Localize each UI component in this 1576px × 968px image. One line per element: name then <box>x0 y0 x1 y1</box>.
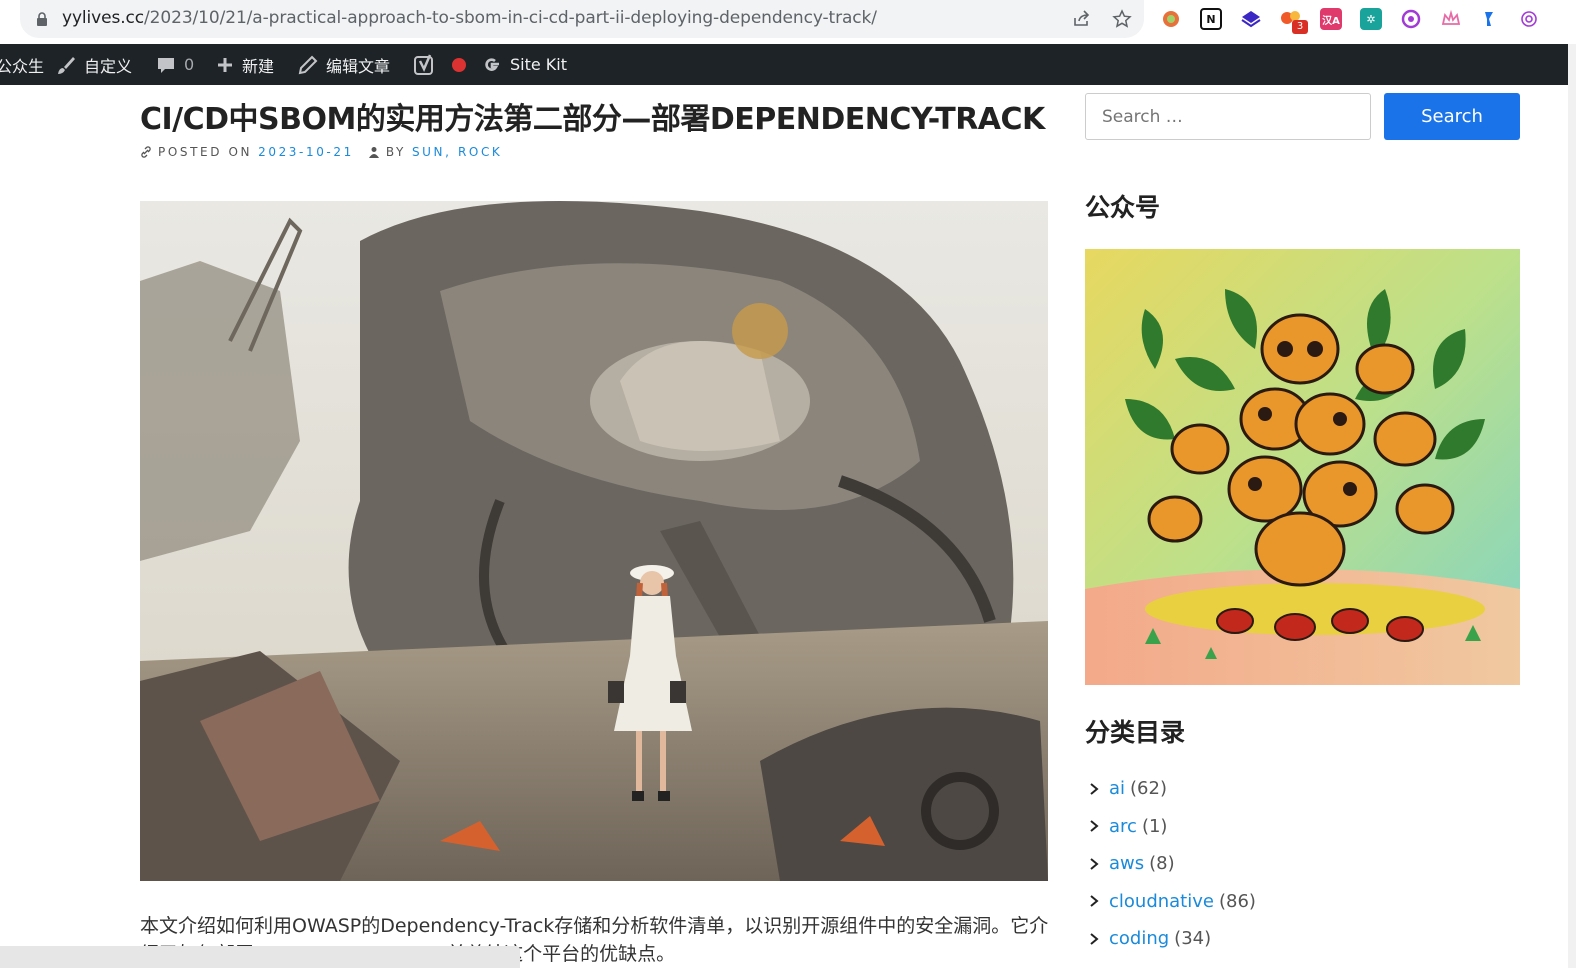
category-link[interactable]: coding <box>1109 928 1169 949</box>
comment-icon <box>158 57 174 73</box>
category-item: cloudnative (86) <box>1085 883 1525 921</box>
seo-score-dot-icon <box>452 57 466 72</box>
category-count: (86) <box>1218 890 1256 912</box>
categories-widget-title: 分类目录 <box>1085 718 1186 747</box>
comments-count: 0 <box>184 55 195 74</box>
notion-icon[interactable]: N <box>1200 8 1222 30</box>
search-input[interactable] <box>1085 93 1371 140</box>
grid-ext-icon[interactable]: ✲ <box>1360 8 1382 30</box>
extension-badge: 3 <box>1292 20 1308 34</box>
share-icon[interactable] <box>1072 9 1092 29</box>
author-link[interactable]: SUN, ROCK <box>412 145 502 159</box>
plus-icon <box>218 57 232 72</box>
category-count: (8) <box>1149 853 1175 875</box>
wechat-qr-image <box>1085 249 1520 685</box>
blue-ext-icon[interactable] <box>1478 8 1500 30</box>
category-item: arc (1) <box>1085 808 1525 846</box>
category-link[interactable]: arc <box>1109 816 1137 837</box>
address-bar[interactable]: yylives.cc/2023/10/21/a-practical-approa… <box>20 0 1144 38</box>
post-meta: POSTED ON 2023-10-21 BY SUN, ROCK <box>140 145 502 159</box>
admin-customize[interactable]: 自定义 <box>56 44 132 85</box>
category-count: (62) <box>1130 778 1167 800</box>
sitekit-label: Site Kit <box>510 55 568 74</box>
purple-circle-ext-icon[interactable] <box>1400 8 1422 30</box>
search-button[interactable]: Search <box>1384 93 1520 140</box>
translate-ext-icon[interactable]: 汉A <box>1320 8 1342 30</box>
site-name-label: 公众生 <box>0 56 45 76</box>
posted-on-label: POSTED ON <box>158 145 253 159</box>
admin-new[interactable]: 新建 <box>216 44 274 85</box>
new-label: 新建 <box>242 56 275 76</box>
category-link[interactable]: ai <box>1109 778 1125 799</box>
by-label: BY <box>385 145 406 159</box>
pencil-icon <box>298 55 318 74</box>
category-count: (34) <box>1174 928 1212 950</box>
customize-label: 自定义 <box>84 56 133 76</box>
chevron-right-icon <box>1090 820 1099 833</box>
brush-icon <box>58 56 75 74</box>
lock-icon <box>37 12 47 26</box>
category-list: ai (62) arc (1) aws (8) cloudnative (86)… <box>1085 770 1525 958</box>
link-icon <box>141 146 151 158</box>
openai-icon[interactable] <box>1518 8 1540 30</box>
post-title: CI/CD中SBOM的实用方法第二部分—部署DEPENDENCY-TRACK <box>140 102 1045 137</box>
admin-edit-post[interactable]: 编辑文章 <box>298 44 390 85</box>
browser-toolbar: yylives.cc/2023/10/21/a-practical-approa… <box>0 0 1576 44</box>
url-path: /2023/10/21/a-practical-approach-to-sbom… <box>144 8 877 28</box>
google-g-icon <box>485 57 499 71</box>
page-scrollbar[interactable] <box>1568 44 1576 968</box>
chevron-right-icon <box>1090 895 1099 908</box>
admin-yoast[interactable] <box>414 44 468 85</box>
featured-image[interactable] <box>140 201 1048 881</box>
bookmark-star-icon[interactable] <box>1112 9 1132 29</box>
edit-post-label: 编辑文章 <box>326 56 391 76</box>
category-item: ai (62) <box>1085 770 1525 808</box>
crown-ext-icon[interactable] <box>1440 8 1462 30</box>
url-host: yylives.cc <box>62 8 145 28</box>
admin-comments[interactable]: 0 <box>156 44 194 85</box>
chevron-right-icon <box>1090 782 1099 795</box>
category-item: coding (34) <box>1085 920 1525 958</box>
layers-icon[interactable] <box>1240 8 1262 30</box>
wechat-widget-title: 公众号 <box>1085 193 1161 222</box>
post-date-link[interactable]: 2023-10-21 <box>258 145 354 159</box>
download-bar <box>0 946 520 968</box>
ants-illustration <box>1085 249 1520 685</box>
url-text[interactable]: yylives.cc/2023/10/21/a-practical-approa… <box>62 8 877 28</box>
circle-ext-icon[interactable] <box>1160 8 1182 30</box>
category-count: (1) <box>1141 815 1168 837</box>
admin-sitekit[interactable]: Site Kit <box>482 44 567 85</box>
chevron-right-icon <box>1090 932 1099 945</box>
category-link[interactable]: aws <box>1109 853 1144 874</box>
admin-site-name[interactable]: 公众生 <box>0 44 44 85</box>
wp-admin-bar: 公众生 自定义 0 新建 编辑文章 Site Kit <box>0 44 1568 85</box>
category-link[interactable]: cloudnative <box>1109 891 1214 912</box>
yoast-icon <box>414 54 433 75</box>
chevron-right-icon <box>1090 857 1099 870</box>
user-icon <box>368 147 379 158</box>
scrapyard-illustration <box>140 201 1048 881</box>
category-item: aws (8) <box>1085 845 1525 883</box>
